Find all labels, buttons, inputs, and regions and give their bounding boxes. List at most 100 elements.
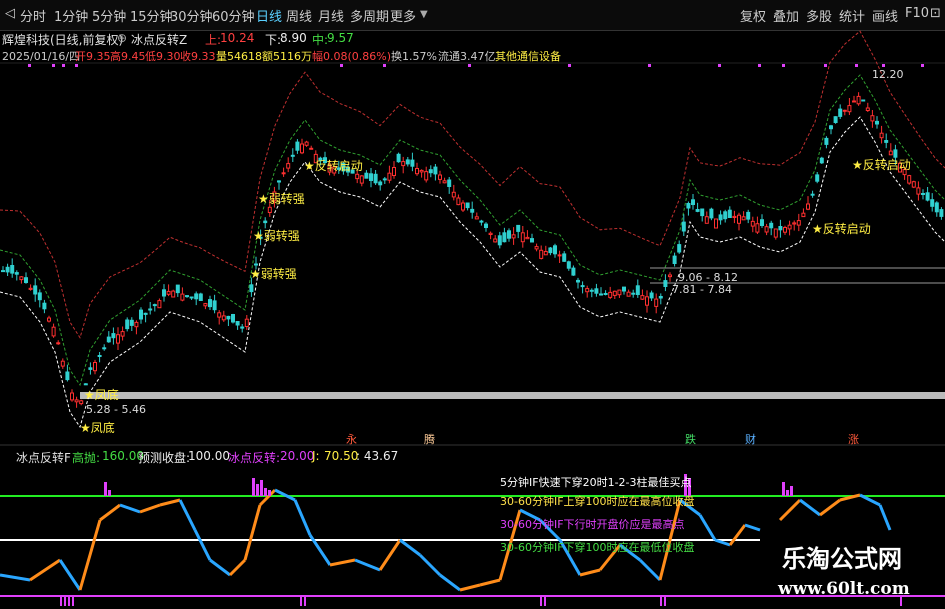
candle-body — [19, 276, 24, 281]
peak-price-label: 12.20 — [872, 68, 904, 81]
candle-body — [539, 249, 544, 259]
candle-body — [778, 226, 783, 231]
kline-chart[interactable] — [0, 0, 945, 609]
top-marker-dot — [340, 64, 343, 67]
candle-body — [819, 157, 824, 164]
oscillator-segment — [293, 499, 312, 536]
event-marker[interactable]: 跌 — [685, 431, 696, 447]
histogram-bar — [544, 596, 546, 606]
candle-body — [576, 279, 580, 283]
candle-body — [787, 224, 792, 230]
candle-body — [773, 228, 778, 238]
candle-body — [355, 173, 360, 180]
candle-body — [488, 232, 493, 236]
candle-body — [309, 147, 314, 150]
candle-body — [553, 245, 557, 255]
oscillator-segment — [399, 538, 421, 557]
oscillator-segment — [99, 503, 121, 522]
candle-body — [10, 265, 15, 274]
candle-body — [829, 125, 833, 130]
candle-body — [525, 236, 530, 240]
candle-body — [571, 267, 576, 276]
candle-body — [677, 244, 682, 253]
top-marker-dot — [855, 64, 858, 67]
candle-body — [382, 178, 387, 181]
candle-body — [603, 293, 608, 295]
oscillator-segment — [228, 558, 247, 577]
top-marker-dot — [718, 64, 721, 67]
signal-label: ★弱转强 — [250, 267, 297, 281]
candle-body — [755, 223, 760, 233]
event-marker[interactable]: 涨 — [848, 431, 859, 447]
candle-body — [447, 179, 452, 187]
event-marker[interactable]: 永 — [346, 431, 357, 447]
candle-body — [424, 171, 429, 181]
candle-body — [240, 326, 245, 329]
candle-body — [180, 293, 185, 301]
candle-body — [304, 141, 309, 146]
candle-body — [888, 150, 893, 156]
histogram-bar — [304, 596, 306, 606]
candle-body — [438, 174, 442, 180]
candle-body — [217, 312, 222, 318]
histogram-bar — [540, 596, 542, 606]
candle-body — [530, 238, 534, 243]
ice-point-value: 20.00 — [280, 449, 315, 463]
oscillator-segment — [459, 583, 481, 592]
oscillator-segment — [744, 523, 761, 532]
candle-body — [806, 203, 810, 210]
predict-close-value: 100.00 — [188, 449, 230, 463]
candle-body — [861, 99, 866, 102]
histogram-bar — [104, 482, 107, 496]
candle-body — [56, 342, 61, 345]
candle-body — [267, 206, 272, 214]
top-marker-dot — [758, 64, 761, 67]
oscillator-segment — [778, 498, 802, 522]
site-watermark: 乐淘公式网 www.60lt.com — [760, 535, 945, 609]
candle-body — [548, 247, 553, 254]
candle-body — [746, 211, 751, 220]
candle-body — [502, 232, 507, 243]
candle-body — [470, 208, 475, 213]
candle-body — [815, 174, 820, 182]
candle-body — [507, 230, 511, 239]
candle-body — [47, 317, 51, 322]
top-marker-dot — [52, 64, 55, 67]
candle-body — [474, 216, 479, 220]
candle-body — [419, 169, 424, 173]
histogram-bar — [264, 488, 267, 496]
strategy-note: 30-60分钟IF下穿100时应在最低位收盘 — [500, 541, 695, 554]
candle-body — [175, 284, 180, 294]
candle-body — [649, 292, 654, 299]
oscillator-segment — [29, 558, 61, 582]
candle-body — [203, 303, 208, 307]
histogram-bar — [64, 596, 66, 606]
oscillator-segment — [479, 578, 501, 587]
candle-body — [516, 224, 521, 232]
extra-value: : 43.67 — [356, 449, 399, 463]
candle-body — [189, 296, 194, 299]
signal-label: ★反转启动 — [812, 222, 871, 236]
candle-body — [645, 296, 649, 306]
bottom-range-label: 5.28 - 5.46 — [86, 403, 146, 416]
candle-body — [594, 288, 599, 294]
candle-body — [37, 292, 42, 301]
candle-body — [244, 318, 249, 328]
event-marker[interactable]: 财 — [745, 431, 756, 447]
candle-body — [249, 284, 254, 293]
sub-indicator-name[interactable]: 冰点反转F — [16, 449, 71, 466]
oscillator-segment — [638, 558, 662, 582]
top-marker-dot — [75, 64, 78, 67]
candle-body — [116, 334, 120, 344]
candle-body — [810, 193, 815, 196]
candle-body — [631, 292, 636, 295]
candle-body — [833, 116, 838, 123]
candle-body — [300, 143, 304, 154]
histogram-bar — [256, 484, 259, 496]
candle-body — [750, 220, 755, 227]
oscillator-segment — [209, 558, 231, 577]
event-marker[interactable]: 腾 — [424, 431, 435, 447]
candle-body — [162, 289, 166, 297]
histogram-bar — [300, 596, 302, 606]
candle-body — [24, 277, 28, 284]
